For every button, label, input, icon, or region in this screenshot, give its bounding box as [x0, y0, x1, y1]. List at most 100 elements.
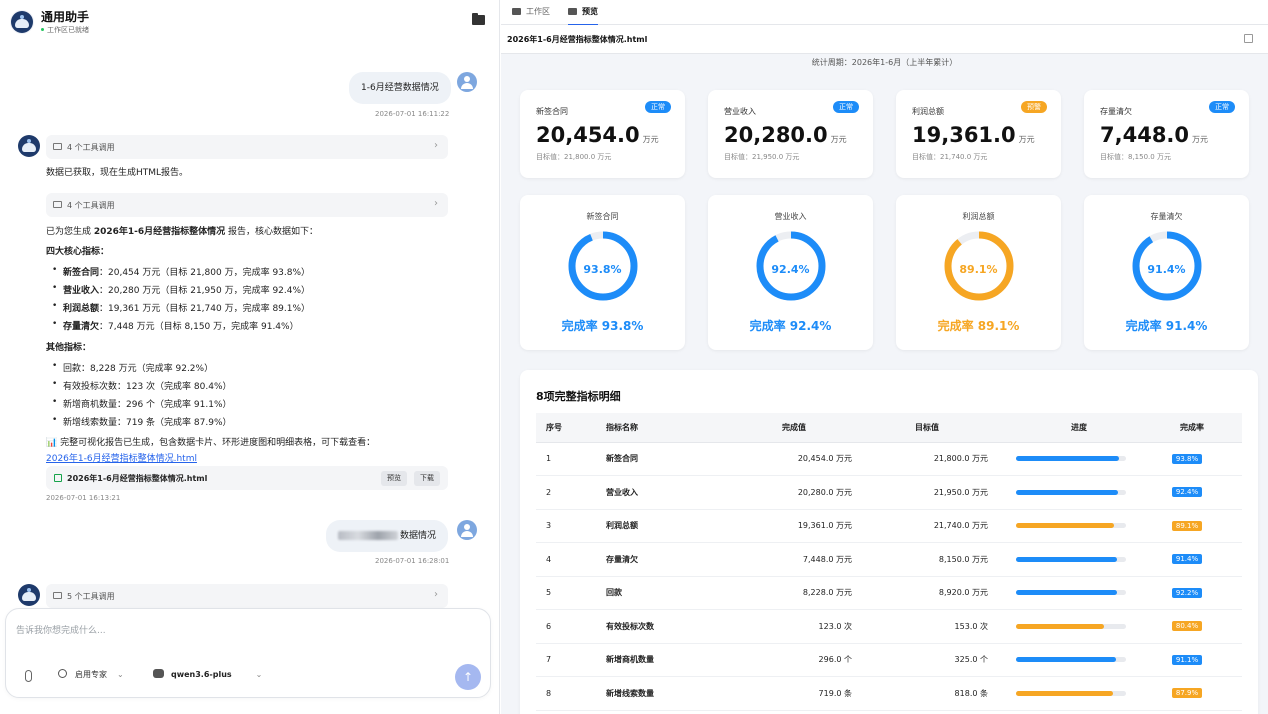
- row-index: 4: [536, 542, 596, 577]
- list-item: 利润总额：19,361 万元（目标 21,740 万，完成率 89.1%）: [52, 301, 310, 314]
- chat-input-box[interactable]: 告诉我你想完成什么... 启用专家 ⌄ qwen3.6-plus ⌄ ↑: [5, 608, 491, 698]
- row-name: 利润总额: [596, 509, 736, 543]
- table-row: 4 存量清欠 7,448.0 万元 8,150.0 万元 91.4%: [536, 542, 1242, 577]
- tab-workspace[interactable]: 工作区: [512, 6, 550, 17]
- external-link-icon[interactable]: [1244, 34, 1253, 43]
- status-badge: 正常: [645, 101, 671, 113]
- chat-input[interactable]: 告诉我你想完成什么...: [16, 623, 106, 636]
- kpi-card: 营业收入 正常 20,280.0 万元 目标值：21,950.0 万元: [708, 90, 873, 178]
- table-row: 1 新签合同 20,454.0 万元 21,800.0 万元 93.8%: [536, 442, 1242, 476]
- tab-preview[interactable]: 预览: [568, 6, 598, 26]
- tool-icon: [53, 592, 62, 599]
- assistant-message: 数据已获取，现在生成HTML报告。: [46, 168, 189, 178]
- kpi-value: 7,448.0 万元: [1100, 123, 1209, 147]
- completion-label: 完成率 89.1%: [937, 319, 1020, 333]
- row-target: 325.0 个: [866, 643, 998, 677]
- download-button[interactable]: 下载: [414, 471, 440, 486]
- row-done: 20,454.0 万元: [736, 442, 866, 476]
- expert-toggle[interactable]: 启用专家 ⌄: [58, 669, 124, 680]
- row-done: 123.0 次: [736, 609, 866, 644]
- progress-fill: [1016, 556, 1117, 562]
- row-rate: 93.8%: [1142, 442, 1242, 476]
- message-timestamp: 2026-07-01 16:13:21: [46, 494, 121, 502]
- column-header: 完成值: [736, 413, 866, 443]
- folder-icon[interactable]: [472, 13, 485, 25]
- kpi-value: 19,361.0 万元: [912, 123, 1035, 147]
- report-link[interactable]: 2026年1-6月经营指标整体情况.html: [46, 451, 197, 464]
- user-avatar: [457, 520, 477, 540]
- table-title: 8项完整指标明细: [536, 390, 621, 403]
- kpi-value: 20,280.0 万元: [724, 123, 847, 147]
- tool-calls-label: 4 个工具调用: [67, 201, 115, 210]
- progress-fill: [1016, 590, 1118, 596]
- kpi-target: 目标值：21,950.0 万元: [724, 153, 800, 161]
- row-name: 存量清欠: [596, 542, 736, 577]
- table-row: 7 新增商机数量 296.0 个 325.0 个 91.1%: [536, 643, 1242, 677]
- send-button[interactable]: ↑: [455, 664, 481, 690]
- table-row: 6 有效投标次数 123.0 次 153.0 次 80.4%: [536, 609, 1242, 644]
- bot-icon: [11, 11, 33, 33]
- user-message: 数据情况: [326, 520, 448, 552]
- row-target: 21,800.0 万元: [866, 442, 998, 476]
- kpi-card: 利润总额 预警 19,361.0 万元 目标值：21,740.0 万元: [896, 90, 1061, 178]
- rate-badge: 80.4%: [1171, 621, 1203, 632]
- row-progress: [998, 442, 1142, 476]
- preview-button[interactable]: 预览: [381, 471, 407, 486]
- kpi-name: 利润总额: [912, 107, 944, 116]
- chevron-right-icon: ›: [434, 140, 438, 151]
- row-rate: 89.1%: [1142, 509, 1242, 543]
- message-timestamp: 2026-07-01 16:28:01: [375, 557, 450, 565]
- row-target: 818.0 条: [866, 676, 998, 711]
- row-done: 7,448.0 万元: [736, 542, 866, 577]
- rate-badge: 89.1%: [1171, 520, 1203, 531]
- tool-calls-toggle[interactable]: 5 个工具调用 ›: [46, 584, 448, 608]
- model-select[interactable]: qwen3.6-plus ⌄: [153, 669, 262, 679]
- row-rate: 92.4%: [1142, 475, 1242, 510]
- tool-icon: [53, 201, 62, 208]
- kpi-name: 新签合同: [536, 107, 568, 116]
- row-index: 3: [536, 509, 596, 543]
- user-message: 1-6月经营数据情况: [349, 72, 451, 104]
- item-text: 回款：8,228 万元（完成率 92.2%）: [63, 364, 214, 374]
- table-row: 3 利润总额 19,361.0 万元 21,740.0 万元 89.1%: [536, 509, 1242, 543]
- chevron-right-icon: ›: [434, 589, 438, 600]
- paperclip-icon[interactable]: [25, 670, 32, 682]
- rate-badge: 93.8%: [1171, 453, 1203, 464]
- rate-badge: 87.9%: [1171, 688, 1203, 699]
- row-progress: [998, 509, 1142, 543]
- item-text: 新增商机数量：296 个（完成率 91.1%）: [63, 400, 232, 410]
- tool-calls-toggle[interactable]: 4 个工具调用 ›: [46, 135, 448, 159]
- row-target: 8,150.0 万元: [866, 542, 998, 577]
- progress-track: [1016, 556, 1126, 562]
- tab-label: 预览: [582, 7, 598, 16]
- item-name: 营业收入: [63, 286, 100, 296]
- progress-fill: [1016, 623, 1105, 629]
- tool-calls-toggle[interactable]: 4 个工具调用 ›: [46, 193, 448, 217]
- row-done: 296.0 个: [736, 643, 866, 677]
- intro-text-end: 报告，核心数据如下：: [225, 227, 319, 237]
- file-title: 2026年1-6月经营指标整体情况.html: [507, 35, 648, 44]
- row-target: 8,920.0 万元: [866, 576, 998, 610]
- row-done: 20,280.0 万元: [736, 475, 866, 510]
- row-progress: [998, 576, 1142, 610]
- kpi-target: 目标值：21,740.0 万元: [912, 153, 988, 161]
- chat-header: 通用助手 工作区已就绪: [0, 0, 499, 44]
- kpi-value: 20,454.0 万元: [536, 123, 659, 147]
- table-body: 1 新签合同 20,454.0 万元 21,800.0 万元 93.8% 2 营业收入 20,…: [536, 442, 1242, 711]
- preview-icon: [568, 8, 577, 15]
- row-done: 8,228.0 万元: [736, 576, 866, 610]
- table-row: 8 新增线索数量 719.0 条 818.0 条 87.9%: [536, 676, 1242, 711]
- list-item: 营业收入：20,280 万元（目标 21,950 万，完成率 92.4%）: [52, 283, 310, 296]
- kpi-unit: 万元: [1192, 135, 1209, 144]
- row-name: 有效投标次数: [596, 609, 736, 644]
- progress-fill: [1016, 657, 1117, 663]
- html-file-icon: [54, 474, 62, 482]
- chevron-right-icon: ›: [434, 198, 438, 209]
- preview-pane: 工作区 预览 2026年1-6月经营指标整体情况.html 统计周期：2026年…: [501, 0, 1268, 714]
- progress-fill: [1016, 456, 1120, 462]
- table-row: 5 回款 8,228.0 万元 8,920.0 万元 92.2%: [536, 576, 1242, 610]
- kpi-name: 存量清欠: [1100, 107, 1132, 116]
- rate-badge: 92.4%: [1171, 487, 1203, 498]
- model-name: qwen3.6-plus: [171, 670, 232, 679]
- core-heading: 四大核心指标：: [46, 247, 110, 257]
